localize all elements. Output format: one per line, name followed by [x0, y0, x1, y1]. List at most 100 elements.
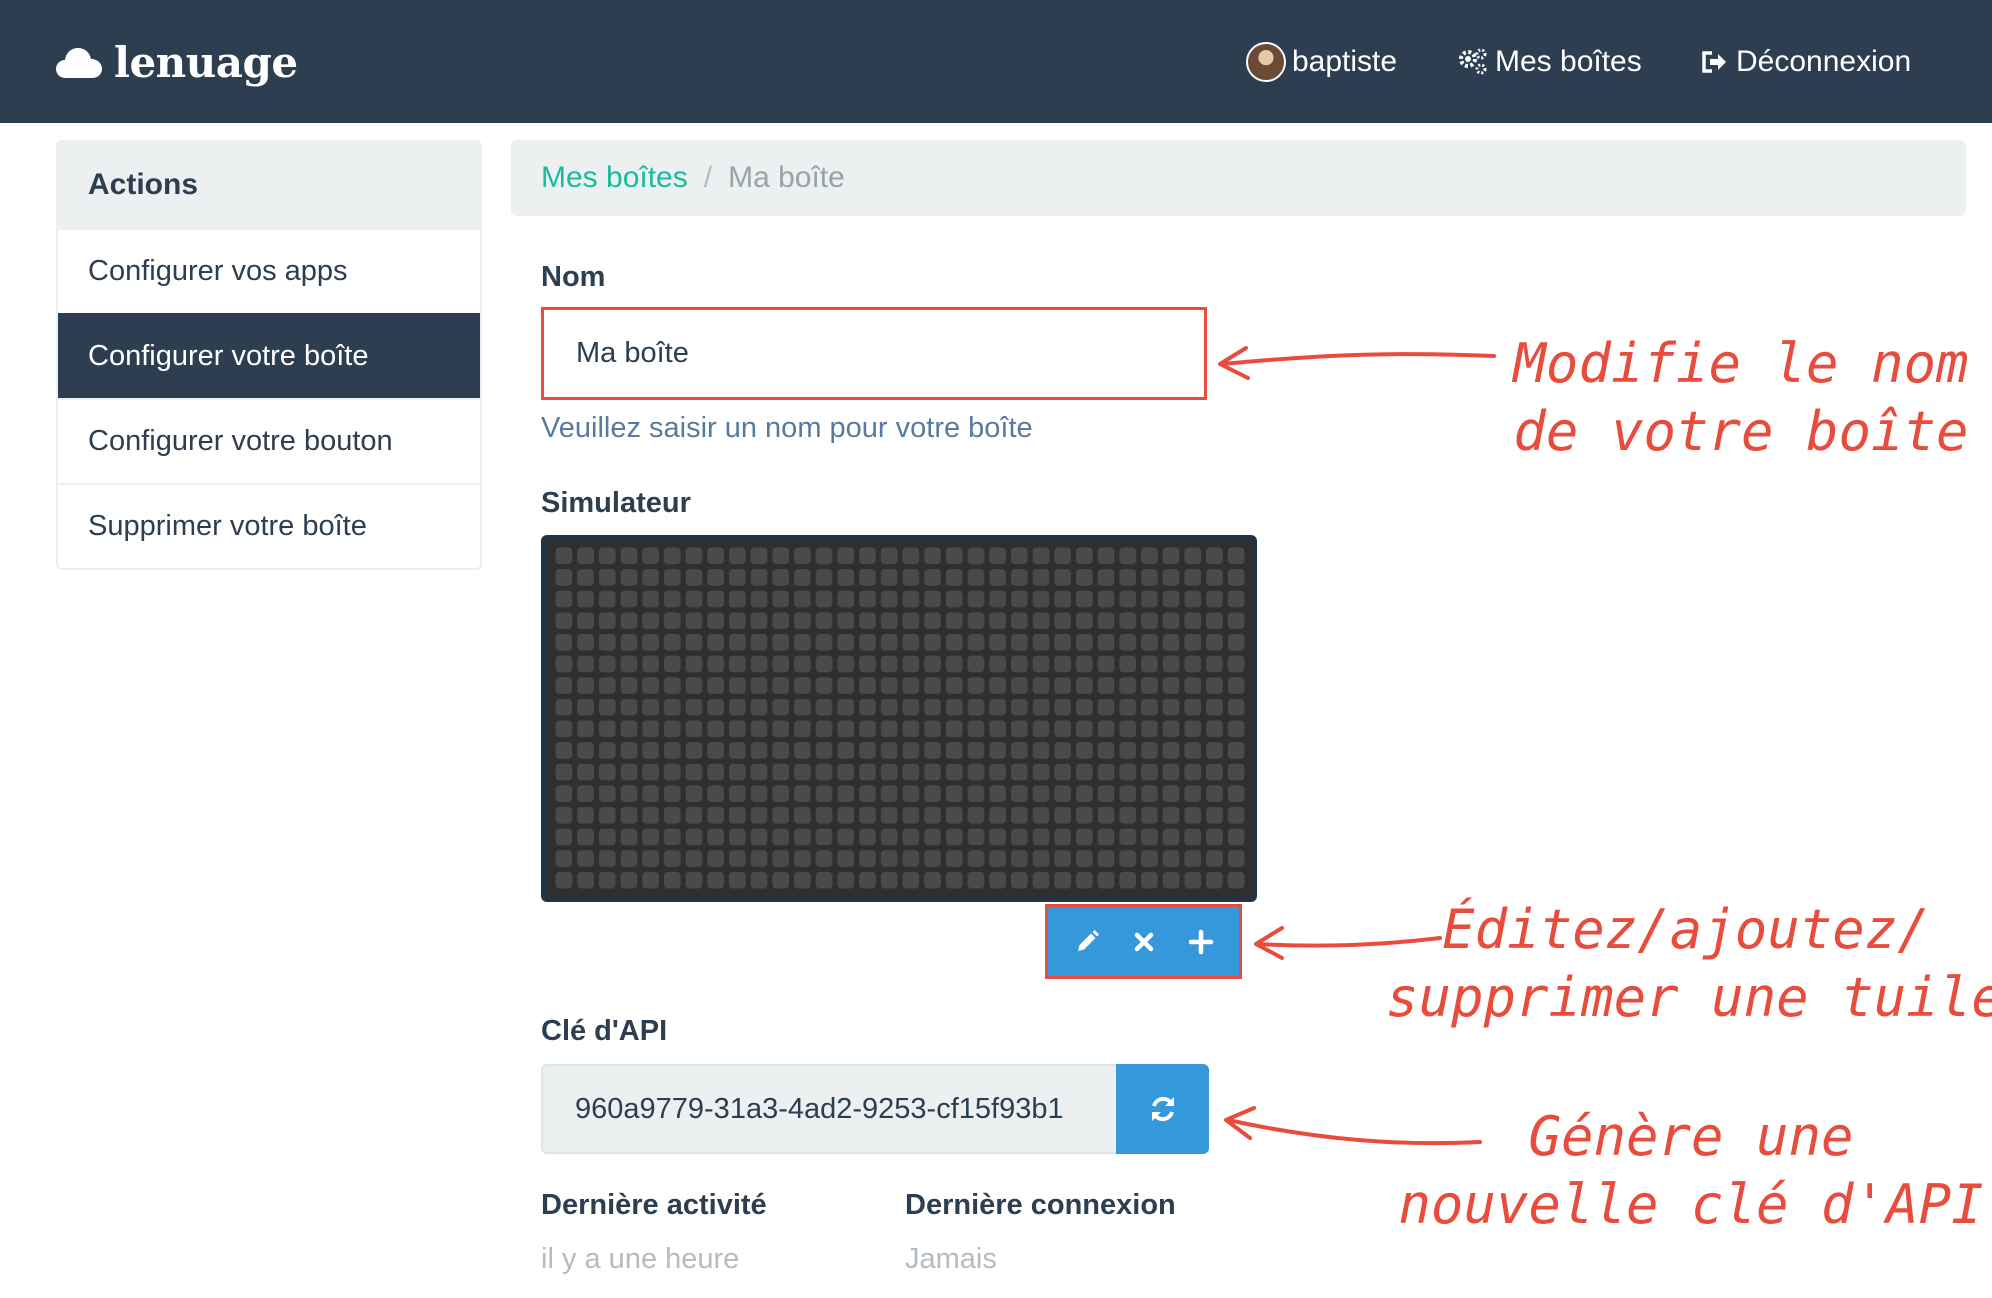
led-cell	[1119, 698, 1137, 716]
led-cell	[945, 547, 963, 565]
led-cell	[815, 785, 833, 803]
nav-logout[interactable]: Déconnexion	[1698, 34, 1911, 90]
nav-user-label: baptiste	[1292, 45, 1398, 78]
led-cell	[967, 807, 985, 824]
led-cell	[642, 612, 659, 630]
led-cell	[750, 547, 768, 565]
led-cell	[772, 850, 790, 867]
sidebar-item-configure-apps[interactable]: Configurer vos apps	[58, 228, 480, 313]
led-cell	[1141, 871, 1158, 889]
breadcrumb-parent-link[interactable]: Mes boîtes	[541, 161, 688, 195]
led-cell	[1227, 655, 1245, 673]
led-cell	[577, 850, 594, 867]
led-cell	[1054, 677, 1071, 694]
led-cell	[837, 634, 855, 651]
led-cell	[859, 569, 876, 586]
pencil-icon	[1077, 929, 1099, 951]
led-cell	[750, 698, 768, 716]
led-cell	[924, 655, 941, 673]
sidebar-item-configure-box[interactable]: Configurer votre boîte	[58, 313, 480, 398]
led-cell	[1162, 742, 1180, 759]
led-cell	[924, 590, 941, 608]
led-cell	[945, 828, 963, 846]
led-cell	[1227, 850, 1245, 867]
led-cell	[924, 612, 941, 630]
led-cell	[707, 698, 724, 716]
led-cell	[598, 871, 616, 889]
led-cell	[837, 742, 855, 759]
led-cell	[1119, 850, 1137, 867]
led-cell	[663, 785, 681, 803]
led-cell	[1141, 677, 1158, 694]
led-cell	[1141, 698, 1158, 716]
api-key-label: Clé d'API	[541, 1015, 668, 1047]
api-key-input[interactable]	[541, 1064, 1116, 1154]
led-cell	[945, 720, 963, 738]
led-cell	[902, 850, 920, 867]
nav-boxes[interactable]: Mes boîtes	[1457, 34, 1642, 90]
led-cell	[620, 590, 638, 608]
sidebar-item-delete-box[interactable]: Supprimer votre boîte	[58, 483, 480, 568]
name-input[interactable]	[541, 307, 1207, 400]
led-cell	[1184, 850, 1202, 867]
nav-user[interactable]: baptiste	[1246, 34, 1397, 90]
led-cell	[924, 742, 941, 759]
led-cell	[707, 634, 724, 651]
led-cell	[729, 828, 746, 846]
annotation-rename: Modifie le nom de votre boîte	[1496, 330, 1986, 466]
led-cell	[1032, 655, 1050, 673]
led-cell	[967, 828, 985, 846]
led-cell	[815, 698, 833, 716]
led-cell	[620, 547, 638, 565]
led-cell	[794, 634, 811, 651]
led-cell	[1097, 698, 1115, 716]
led-cell	[1119, 785, 1137, 803]
led-cell	[772, 785, 790, 803]
led-cell	[1097, 612, 1115, 630]
led-cell	[1032, 590, 1050, 608]
led-cell	[1227, 677, 1245, 694]
led-cell	[967, 547, 985, 565]
led-cell	[620, 742, 638, 759]
led-cell	[555, 720, 573, 738]
led-cell	[1010, 655, 1028, 673]
led-cell	[685, 720, 703, 738]
led-cell	[1184, 742, 1202, 759]
led-cell	[794, 807, 811, 824]
led-cell	[685, 569, 703, 586]
led-cell	[924, 569, 941, 586]
led-cell	[577, 655, 594, 673]
led-cell	[880, 871, 898, 889]
nav-logout-label: Déconnexion	[1736, 45, 1912, 78]
led-cell	[794, 698, 811, 716]
led-cell	[1076, 720, 1093, 738]
led-cell	[1184, 807, 1202, 824]
led-cell	[577, 828, 594, 846]
edit-tile-button[interactable]	[1063, 918, 1111, 966]
led-cell	[750, 850, 768, 867]
led-cell	[815, 677, 833, 694]
led-cell	[1162, 828, 1180, 846]
led-cell	[620, 698, 638, 716]
sidebar-item-configure-button[interactable]: Configurer votre bouton	[58, 398, 480, 483]
led-cell	[707, 569, 724, 586]
led-cell	[642, 742, 659, 759]
brand-link[interactable]: lenuage	[54, 34, 298, 90]
led-cell	[772, 547, 790, 565]
led-cell	[577, 547, 594, 565]
led-cell	[772, 677, 790, 694]
delete-tile-button[interactable]	[1120, 918, 1168, 966]
led-cell	[1076, 590, 1093, 608]
led-cell	[1032, 742, 1050, 759]
led-cell	[1184, 612, 1202, 630]
led-cell	[837, 720, 855, 738]
led-cell	[750, 785, 768, 803]
add-tile-button[interactable]	[1177, 918, 1225, 966]
led-cell	[924, 763, 941, 781]
refresh-icon	[1151, 1096, 1174, 1122]
led-cell	[642, 720, 659, 738]
regenerate-api-key-button[interactable]	[1116, 1064, 1209, 1154]
led-cell	[707, 677, 724, 694]
led-cell	[1097, 807, 1115, 824]
led-cell	[577, 569, 594, 586]
